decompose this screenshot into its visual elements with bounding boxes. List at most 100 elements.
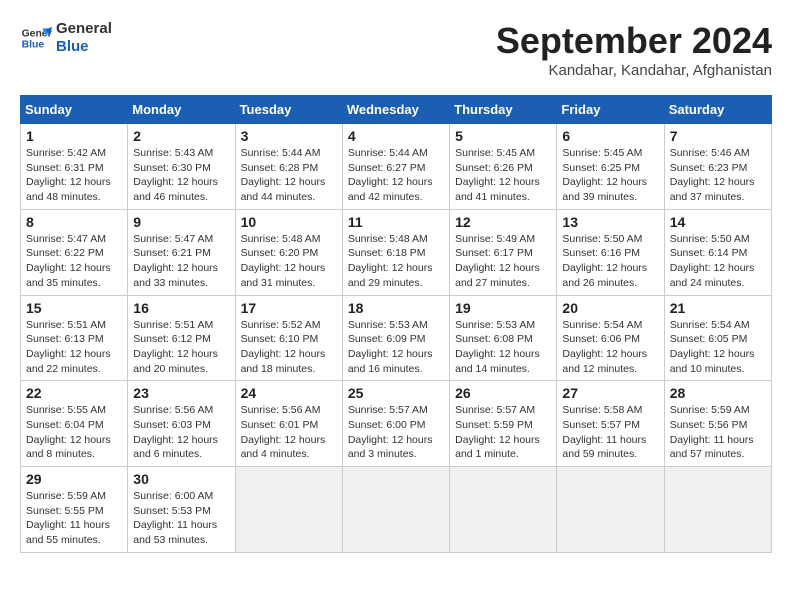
- day-info: Sunrise: 5:47 AMSunset: 6:21 PMDaylight:…: [133, 232, 229, 291]
- day-info: Sunrise: 6:00 AMSunset: 5:53 PMDaylight:…: [133, 489, 229, 548]
- calendar-subtitle: Kandahar, Kandahar, Afghanistan: [496, 62, 772, 79]
- day-number: 18: [348, 300, 444, 316]
- day-info: Sunrise: 5:51 AMSunset: 6:13 PMDaylight:…: [26, 318, 122, 377]
- day-number: 15: [26, 300, 122, 316]
- day-number: 21: [670, 300, 766, 316]
- day-info: Sunrise: 5:46 AMSunset: 6:23 PMDaylight:…: [670, 146, 766, 205]
- empty-cell: [235, 467, 342, 553]
- day-cell-10: 10 Sunrise: 5:48 AMSunset: 6:20 PMDayligh…: [235, 209, 342, 295]
- day-info: Sunrise: 5:56 AMSunset: 6:01 PMDaylight:…: [241, 403, 337, 462]
- day-number: 5: [455, 128, 551, 144]
- day-info: Sunrise: 5:50 AMSunset: 6:14 PMDaylight:…: [670, 232, 766, 291]
- empty-cell: [664, 467, 771, 553]
- day-number: 26: [455, 385, 551, 401]
- day-number: 28: [670, 385, 766, 401]
- day-info: Sunrise: 5:49 AMSunset: 6:17 PMDaylight:…: [455, 232, 551, 291]
- calendar-week-row: 8Sunrise: 5:47 AMSunset: 6:22 PMDaylight…: [21, 209, 772, 295]
- day-info: Sunrise: 5:57 AMSunset: 5:59 PMDaylight:…: [455, 403, 551, 462]
- day-number: 6: [562, 128, 658, 144]
- day-cell-8: 8Sunrise: 5:47 AMSunset: 6:22 PMDaylight…: [21, 209, 128, 295]
- day-cell-1: 1 Sunrise: 5:42 AMSunset: 6:31 PMDaylight…: [21, 124, 128, 210]
- title-section: September 2024 Kandahar, Kandahar, Afgha…: [496, 20, 772, 79]
- day-cell-7: 7 Sunrise: 5:46 AMSunset: 6:23 PMDaylight…: [664, 124, 771, 210]
- empty-cell: [557, 467, 664, 553]
- day-number: 29: [26, 471, 122, 487]
- day-number: 3: [241, 128, 337, 144]
- day-info: Sunrise: 5:45 AMSunset: 6:25 PMDaylight:…: [562, 146, 658, 205]
- day-info: Sunrise: 5:55 AMSunset: 6:04 PMDaylight:…: [26, 403, 122, 462]
- calendar-table: SundayMondayTuesdayWednesdayThursdayFrid…: [20, 95, 772, 553]
- day-info: Sunrise: 5:52 AMSunset: 6:10 PMDaylight:…: [241, 318, 337, 377]
- day-number: 30: [133, 471, 229, 487]
- day-info: Sunrise: 5:43 AMSunset: 6:30 PMDaylight:…: [133, 146, 229, 205]
- day-number: 4: [348, 128, 444, 144]
- calendar-week-row: 22 Sunrise: 5:55 AMSunset: 6:04 PMDayligh…: [21, 381, 772, 467]
- day-info: Sunrise: 5:54 AMSunset: 6:05 PMDaylight:…: [670, 318, 766, 377]
- weekday-header-tuesday: Tuesday: [235, 96, 342, 124]
- calendar-week-row: 1 Sunrise: 5:42 AMSunset: 6:31 PMDaylight…: [21, 124, 772, 210]
- day-cell-26: 26 Sunrise: 5:57 AMSunset: 5:59 PMDayligh…: [450, 381, 557, 467]
- day-cell-2: 2Sunrise: 5:43 AMSunset: 6:30 PMDaylight…: [128, 124, 235, 210]
- day-info: Sunrise: 5:57 AMSunset: 6:00 PMDaylight:…: [348, 403, 444, 462]
- day-cell-6: 6 Sunrise: 5:45 AMSunset: 6:25 PMDaylight…: [557, 124, 664, 210]
- day-cell-18: 18 Sunrise: 5:53 AMSunset: 6:09 PMDayligh…: [342, 295, 449, 381]
- day-number: 11: [348, 214, 444, 230]
- day-info: Sunrise: 5:53 AMSunset: 6:09 PMDaylight:…: [348, 318, 444, 377]
- day-cell-28: 28 Sunrise: 5:59 AMSunset: 5:56 PMDayligh…: [664, 381, 771, 467]
- day-number: 24: [241, 385, 337, 401]
- day-info: Sunrise: 5:54 AMSunset: 6:06 PMDaylight:…: [562, 318, 658, 377]
- weekday-header-friday: Friday: [557, 96, 664, 124]
- day-cell-20: 20 Sunrise: 5:54 AMSunset: 6:06 PMDayligh…: [557, 295, 664, 381]
- day-cell-5: 5 Sunrise: 5:45 AMSunset: 6:26 PMDaylight…: [450, 124, 557, 210]
- header: General Blue General Blue September 2024…: [20, 20, 772, 79]
- day-info: Sunrise: 5:59 AMSunset: 5:56 PMDaylight:…: [670, 403, 766, 462]
- day-number: 10: [241, 214, 337, 230]
- day-number: 22: [26, 385, 122, 401]
- day-cell-4: 4 Sunrise: 5:44 AMSunset: 6:27 PMDaylight…: [342, 124, 449, 210]
- weekday-header-thursday: Thursday: [450, 96, 557, 124]
- logo: General Blue General Blue: [20, 20, 112, 56]
- day-info: Sunrise: 5:45 AMSunset: 6:26 PMDaylight:…: [455, 146, 551, 205]
- day-number: 16: [133, 300, 229, 316]
- day-info: Sunrise: 5:51 AMSunset: 6:12 PMDaylight:…: [133, 318, 229, 377]
- day-cell-14: 14Sunrise: 5:50 AMSunset: 6:14 PMDayligh…: [664, 209, 771, 295]
- calendar-week-row: 15 Sunrise: 5:51 AMSunset: 6:13 PMDayligh…: [21, 295, 772, 381]
- day-cell-19: 19Sunrise: 5:53 AMSunset: 6:08 PMDayligh…: [450, 295, 557, 381]
- day-info: Sunrise: 5:42 AMSunset: 6:31 PMDaylight:…: [26, 146, 122, 205]
- day-number: 23: [133, 385, 229, 401]
- day-number: 7: [670, 128, 766, 144]
- calendar-title: September 2024: [496, 20, 772, 62]
- calendar-week-row: 29 Sunrise: 5:59 AMSunset: 5:55 PMDayligh…: [21, 467, 772, 553]
- day-cell-9: 9 Sunrise: 5:47 AMSunset: 6:21 PMDaylight…: [128, 209, 235, 295]
- empty-cell: [450, 467, 557, 553]
- day-cell-11: 11 Sunrise: 5:48 AMSunset: 6:18 PMDayligh…: [342, 209, 449, 295]
- day-info: Sunrise: 5:44 AMSunset: 6:28 PMDaylight:…: [241, 146, 337, 205]
- day-number: 1: [26, 128, 122, 144]
- day-info: Sunrise: 5:50 AMSunset: 6:16 PMDaylight:…: [562, 232, 658, 291]
- empty-cell: [342, 467, 449, 553]
- day-cell-22: 22 Sunrise: 5:55 AMSunset: 6:04 PMDayligh…: [21, 381, 128, 467]
- day-cell-23: 23Sunrise: 5:56 AMSunset: 6:03 PMDayligh…: [128, 381, 235, 467]
- day-number: 12: [455, 214, 551, 230]
- weekday-header-row: SundayMondayTuesdayWednesdayThursdayFrid…: [21, 96, 772, 124]
- day-info: Sunrise: 5:44 AMSunset: 6:27 PMDaylight:…: [348, 146, 444, 205]
- day-number: 27: [562, 385, 658, 401]
- day-cell-27: 27Sunrise: 5:58 AMSunset: 5:57 PMDayligh…: [557, 381, 664, 467]
- day-cell-21: 21 Sunrise: 5:54 AMSunset: 6:05 PMDayligh…: [664, 295, 771, 381]
- day-info: Sunrise: 5:48 AMSunset: 6:18 PMDaylight:…: [348, 232, 444, 291]
- day-cell-12: 12 Sunrise: 5:49 AMSunset: 6:17 PMDayligh…: [450, 209, 557, 295]
- day-number: 17: [241, 300, 337, 316]
- day-number: 25: [348, 385, 444, 401]
- weekday-header-saturday: Saturday: [664, 96, 771, 124]
- logo-icon: General Blue: [20, 22, 52, 54]
- day-info: Sunrise: 5:48 AMSunset: 6:20 PMDaylight:…: [241, 232, 337, 291]
- day-info: Sunrise: 5:59 AMSunset: 5:55 PMDaylight:…: [26, 489, 122, 548]
- day-cell-30: 30 Sunrise: 6:00 AMSunset: 5:53 PMDayligh…: [128, 467, 235, 553]
- day-number: 13: [562, 214, 658, 230]
- day-cell-15: 15 Sunrise: 5:51 AMSunset: 6:13 PMDayligh…: [21, 295, 128, 381]
- day-cell-25: 25 Sunrise: 5:57 AMSunset: 6:00 PMDayligh…: [342, 381, 449, 467]
- day-cell-24: 24 Sunrise: 5:56 AMSunset: 6:01 PMDayligh…: [235, 381, 342, 467]
- day-cell-3: 3 Sunrise: 5:44 AMSunset: 6:28 PMDaylight…: [235, 124, 342, 210]
- day-number: 20: [562, 300, 658, 316]
- day-number: 9: [133, 214, 229, 230]
